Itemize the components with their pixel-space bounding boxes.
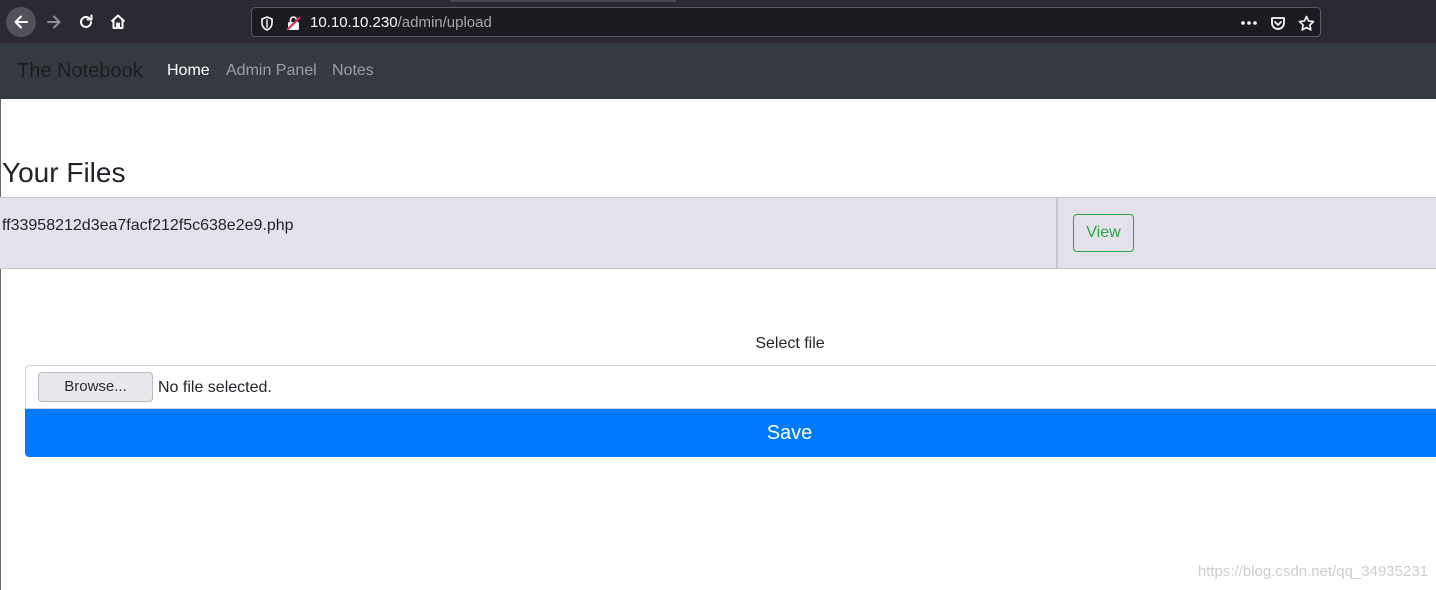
- select-file-label: Select file: [755, 335, 825, 352]
- files-table: ff33958212d3ea7facf212f5c638e2e9.php Vie…: [0, 197, 1436, 269]
- url-path: /admin/upload: [397, 14, 492, 31]
- browse-button[interactable]: Browse...: [38, 372, 153, 402]
- tab-indicator: [450, 0, 676, 2]
- file-name-cell: ff33958212d3ea7facf212f5c638e2e9.php: [2, 217, 294, 234]
- pocket-icon[interactable]: [1269, 14, 1287, 32]
- tracking-shield-icon[interactable]: [259, 15, 275, 31]
- site-navbar: The Notebook Home Admin Panel Notes: [0, 43, 1436, 99]
- address-bar[interactable]: 10.10.10.230/admin/upload: [251, 7, 1321, 37]
- url-text[interactable]: 10.10.10.230/admin/upload: [310, 14, 492, 32]
- url-host: 10.10.10.230: [310, 14, 398, 31]
- insecure-lock-icon[interactable]: [285, 15, 301, 31]
- watermark: https://blog.csdn.net/qq_34935231: [1197, 563, 1428, 580]
- save-button[interactable]: Save: [25, 409, 1436, 457]
- reload-icon[interactable]: [71, 7, 101, 37]
- back-arrow-icon[interactable]: [6, 7, 36, 37]
- file-status-text: No file selected.: [158, 379, 272, 396]
- bookmark-star-icon[interactable]: [1297, 14, 1315, 32]
- page-title: Your Files: [2, 157, 126, 188]
- nav-link-admin-panel[interactable]: Admin Panel: [226, 62, 317, 80]
- more-options-icon[interactable]: [1240, 14, 1258, 32]
- browser-toolbar: 10.10.10.230/admin/upload: [0, 0, 1436, 43]
- navbar-brand[interactable]: The Notebook: [17, 60, 143, 82]
- home-icon[interactable]: [103, 7, 133, 37]
- nav-link-notes[interactable]: Notes: [332, 62, 374, 80]
- file-input[interactable]: Browse... No file selected.: [25, 365, 1436, 409]
- cell-divider: [1056, 198, 1058, 268]
- view-file-button[interactable]: View: [1073, 214, 1134, 252]
- nav-link-home[interactable]: Home: [167, 62, 210, 80]
- forward-arrow-icon[interactable]: [39, 7, 69, 37]
